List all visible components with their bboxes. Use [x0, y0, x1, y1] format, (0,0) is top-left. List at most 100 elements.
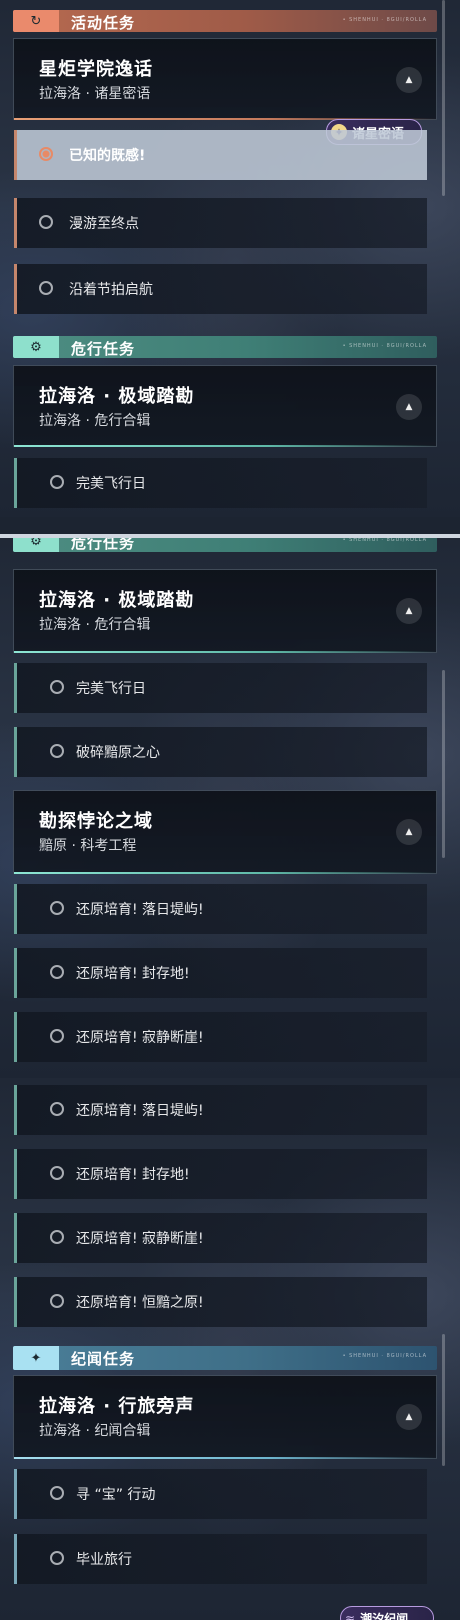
sparkle-icon: ✦ [13, 1346, 59, 1370]
quest-subtitle: 拉海洛 · 危行合辑 [39, 617, 151, 633]
radio-icon [50, 1486, 64, 1500]
refresh-icon: ↻ [13, 10, 59, 32]
section-header-danger[interactable]: ⚙ 危行任务 • SHENHUI · 8GUI/ROLLA [13, 336, 437, 358]
quest-subtitle: 拉海洛 · 诸星密语 [39, 86, 151, 102]
gear-icon: ⚙ [13, 336, 59, 358]
objective-label: 已知的既感! [69, 148, 146, 164]
objective-label: 还原培育! 封存地! [76, 966, 190, 982]
objective-row[interactable]: 寻 “宝” 行动 [14, 1469, 427, 1519]
row-accent [14, 198, 17, 248]
objective-row[interactable]: 完美飞行日 [14, 458, 427, 508]
objective-row[interactable]: 还原培育! 封存地! [14, 948, 427, 998]
quest-title: 勘探悖论之域 [39, 811, 153, 832]
card-underline [14, 651, 438, 653]
chevron-up-icon[interactable]: ▲ [396, 1404, 422, 1430]
radio-icon [50, 1029, 64, 1043]
quest-card[interactable]: 星炬学院逸话 拉海洛 · 诸星密语 ▲ [13, 38, 438, 120]
section-header-activity[interactable]: ↻ 活动任务 • SHENHUI · 8GUI/ROLLA [13, 10, 437, 32]
card-underline [14, 445, 438, 447]
event-badge[interactable]: ≈ 潮汐纪闻 [340, 1606, 434, 1620]
gear-icon: ⚙ [13, 538, 59, 552]
objective-row[interactable]: 还原培育! 恒黯之原! [14, 1277, 427, 1327]
quest-card[interactable]: 勘探悖论之域 黯原 · 科考工程 ▲ [13, 790, 438, 874]
section-title: 危行任务 [71, 340, 136, 358]
row-accent [14, 1469, 17, 1519]
objective-row[interactable]: 毕业旅行 [14, 1534, 427, 1584]
section-title: 危行任务 [71, 538, 136, 552]
radio-icon [50, 1166, 64, 1180]
radio-icon [50, 965, 64, 979]
row-accent [14, 1149, 17, 1199]
chevron-up-icon[interactable]: ▲ [396, 67, 422, 93]
objective-label: 还原培育! 落日堤屿! [76, 1103, 204, 1119]
radio-icon [50, 1230, 64, 1244]
radio-icon [50, 475, 64, 489]
objective-label: 还原培育! 恒黯之原! [76, 1295, 204, 1311]
quest-title: 拉海洛 · 极域踏勘 [39, 386, 195, 407]
row-accent [14, 1277, 17, 1327]
row-accent [14, 1213, 17, 1263]
objective-label: 还原培育! 落日堤屿! [76, 902, 204, 918]
section-code: • SHENHUI · 8GUI/ROLLA [342, 1353, 427, 1359]
objective-row[interactable]: 漫游至终点 [14, 198, 427, 248]
radio-icon [50, 1294, 64, 1308]
objective-row[interactable]: 已知的既感! [14, 130, 427, 180]
card-underline [14, 1457, 438, 1459]
objective-row[interactable]: 破碎黯原之心 [14, 727, 427, 777]
radio-icon [50, 1102, 64, 1116]
objective-label: 还原培育! 封存地! [76, 1167, 190, 1183]
quest-title: 星炬学院逸话 [39, 59, 153, 80]
row-accent [14, 727, 17, 777]
radio-icon [50, 744, 64, 758]
objective-label: 沿着节拍启航 [69, 282, 153, 298]
objective-row[interactable]: 沿着节拍启航 [14, 264, 427, 314]
objective-label: 完美飞行日 [76, 476, 146, 492]
section-header-danger[interactable]: ⚙ 危行任务 • SHENHUI · 8GUI/ROLLA [13, 538, 437, 552]
section-header-chronicle[interactable]: ✦ 纪闻任务 • SHENHUI · 8GUI/ROLLA [13, 1346, 437, 1370]
radio-icon [50, 901, 64, 915]
section-code: • SHENHUI · 8GUI/ROLLA [342, 343, 427, 349]
radio-icon [39, 281, 53, 295]
objective-row[interactable]: 还原培育! 寂静断崖! [14, 1012, 427, 1062]
row-accent [14, 663, 17, 713]
row-accent [14, 1085, 17, 1135]
radio-icon [39, 147, 53, 161]
row-accent [14, 130, 17, 180]
row-accent [14, 264, 17, 314]
panel-2: ⚙ 危行任务 • SHENHUI · 8GUI/ROLLA 拉海洛 · 极域踏勘… [0, 538, 460, 1078]
objective-row[interactable]: 还原培育! 落日堤屿! [14, 1085, 427, 1135]
objective-row[interactable]: 还原培育! 封存地! [14, 1149, 427, 1199]
objective-label: 漫游至终点 [69, 216, 139, 232]
quest-card[interactable]: 拉海洛 · 极域踏勘 拉海洛 · 危行合辑 ▲ [13, 365, 438, 447]
objective-label: 还原培育! 寂静断崖! [76, 1231, 204, 1247]
quest-title: 拉海洛 · 极域踏勘 [39, 590, 195, 611]
scrollbar[interactable] [442, 0, 445, 196]
scrollbar[interactable] [442, 670, 445, 858]
radio-icon [39, 215, 53, 229]
chevron-up-icon[interactable]: ▲ [396, 819, 422, 845]
objective-row[interactable]: 还原培育! 寂静断崖! [14, 1213, 427, 1263]
radio-icon [50, 680, 64, 694]
chevron-up-icon[interactable]: ▲ [396, 598, 422, 624]
chevron-up-icon[interactable]: ▲ [396, 394, 422, 420]
row-accent [14, 948, 17, 998]
quest-subtitle: 拉海洛 · 危行合辑 [39, 413, 151, 429]
panel-1: ↻ 活动任务 • SHENHUI · 8GUI/ROLLA 星炬学院逸话 拉海洛… [0, 0, 460, 517]
section-code: • SHENHUI · 8GUI/ROLLA [342, 538, 427, 543]
card-underline [14, 872, 438, 874]
quest-title: 拉海洛 · 行旅旁声 [39, 1396, 195, 1417]
objective-row[interactable]: 完美飞行日 [14, 663, 427, 713]
quest-subtitle: 拉海洛 · 纪闻合辑 [39, 1423, 151, 1439]
objective-label: 毕业旅行 [76, 1552, 132, 1568]
objective-label: 还原培育! 寂静断崖! [76, 1030, 204, 1046]
quest-subtitle: 黯原 · 科考工程 [39, 838, 137, 854]
wave-icon: ≈ [345, 1611, 356, 1620]
objective-label: 破碎黯原之心 [76, 745, 160, 761]
badge-label: 潮汐纪闻 [360, 1611, 409, 1620]
quest-card[interactable]: 拉海洛 · 极域踏勘 拉海洛 · 危行合辑 ▲ [13, 569, 438, 653]
quest-card[interactable]: 拉海洛 · 行旅旁声 拉海洛 · 纪闻合辑 ▲ [13, 1375, 438, 1459]
row-accent [14, 1012, 17, 1062]
section-title: 活动任务 [71, 14, 136, 32]
objective-row[interactable]: 还原培育! 落日堤屿! [14, 884, 427, 934]
scrollbar[interactable] [442, 1334, 445, 1466]
